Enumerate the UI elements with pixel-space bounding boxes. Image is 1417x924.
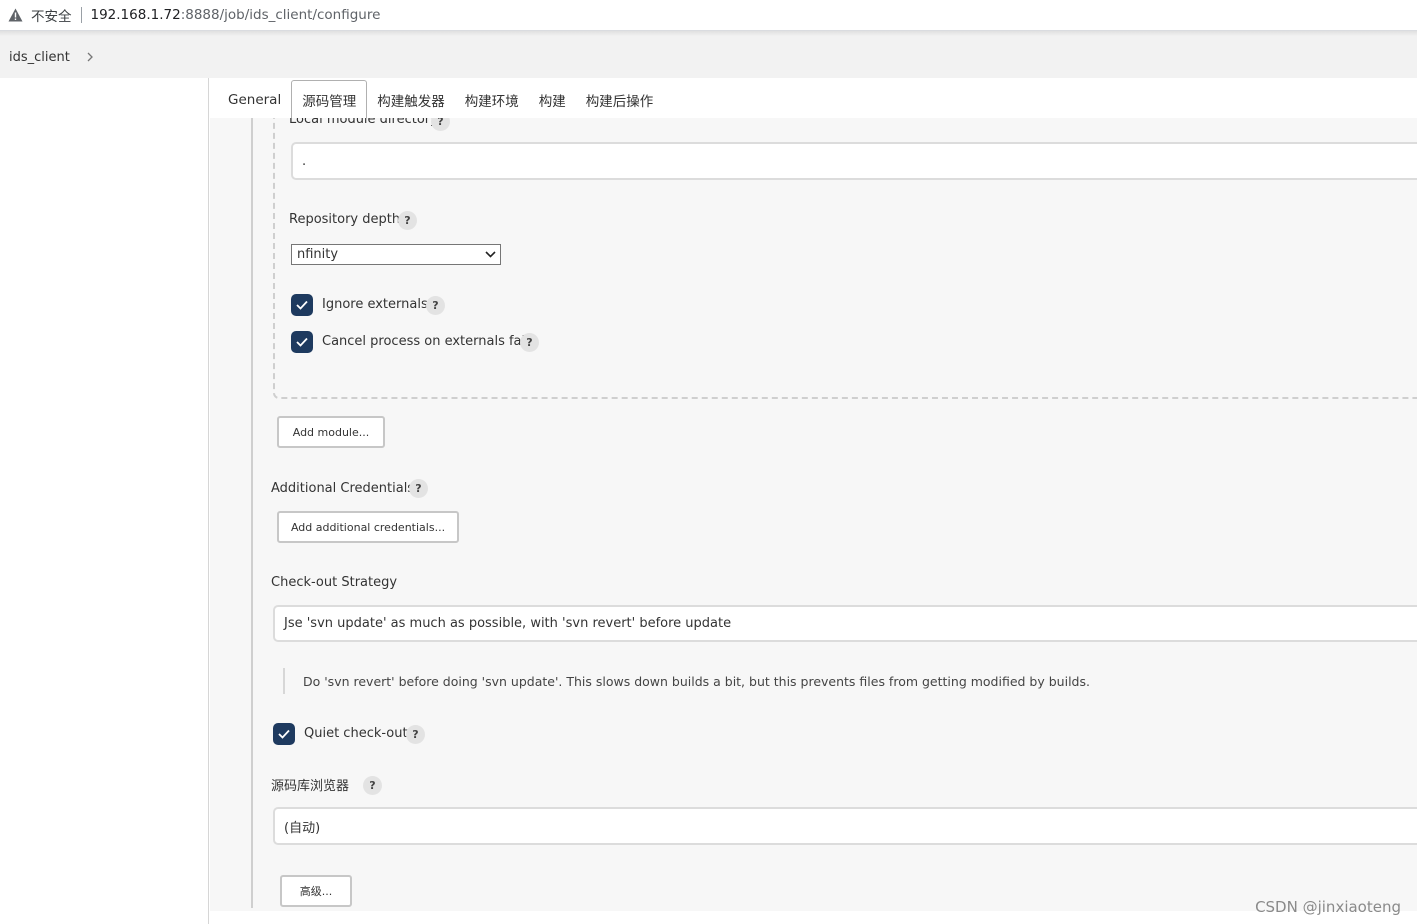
additional-credentials-help-icon[interactable]: ? [409,479,428,498]
watermark: CSDN @jinxiaoteng [1255,898,1401,916]
local-module-input[interactable]: . [291,142,1417,180]
cancel-externals-label[interactable]: Cancel process on externals fail [322,334,529,349]
add-module-button[interactable]: Add module... [277,416,385,448]
config-tabs: General 源码管理 构建触发器 构建环境 构建 构建后操作 [210,78,1417,118]
chevron-right-icon[interactable] [86,52,94,62]
repo-browser-select[interactable]: (自动) [273,807,1417,845]
cancel-externals-checkbox[interactable] [291,331,313,353]
bottom-strip [210,911,1417,924]
tab-source-code-management[interactable]: 源码管理 [291,80,368,118]
side-panel [0,78,209,924]
breadcrumb: ids_client [0,36,1417,78]
checkout-strategy-description: Do 'svn revert' before doing 'svn update… [283,668,1090,694]
quiet-checkout-help-icon[interactable]: ? [406,725,425,744]
tab-build-triggers[interactable]: 构建触发器 [367,82,455,118]
repo-browser-label: 源码库浏览器 [271,779,350,794]
address-bar[interactable]: 不安全 192.168.1.72:8888/job/ids_client/con… [0,0,1417,31]
section-guide-line [251,118,253,908]
repo-depth-select[interactable]: nfinity [291,244,501,265]
divider [80,7,82,23]
repo-depth-label: Repository depth [289,212,401,227]
local-module-label: Local module directory [289,118,438,127]
cancel-externals-help-icon[interactable]: ? [520,333,539,352]
url-path: :8888/job/ids_client/configure [180,7,381,23]
tab-build-environment[interactable]: 构建环境 [455,82,529,118]
repo-browser-help-icon[interactable]: ? [363,776,382,795]
advanced-button[interactable]: 高级... [280,875,352,907]
ignore-externals-label[interactable]: Ignore externals [322,297,428,312]
config-form: Local module directory ? . Repository de… [210,118,1417,911]
checkmark-icon [296,337,308,347]
quiet-checkout-checkbox[interactable] [273,723,295,745]
checkout-strategy-select[interactable]: Jse 'svn update' as much as possible, wi… [273,605,1417,642]
add-credentials-button[interactable]: Add additional credentials... [277,511,459,543]
chevron-down-icon [485,251,496,258]
tab-general[interactable]: General [218,82,291,118]
tab-build[interactable]: 构建 [529,82,576,118]
security-label: 不安全 [31,9,72,25]
quiet-checkout-label[interactable]: Quiet check-out [304,726,408,741]
checkmark-icon [278,729,290,739]
url-host: 192.168.1.72 [90,7,181,23]
warning-icon [8,8,23,22]
repo-depth-value: nfinity [297,247,339,262]
ignore-externals-help-icon[interactable]: ? [426,296,445,315]
breadcrumb-item-job[interactable]: ids_client [9,50,70,65]
checkout-strategy-label: Check-out Strategy [271,575,398,590]
checkmark-icon [296,300,308,310]
tab-post-build-actions[interactable]: 构建后操作 [576,82,664,118]
ignore-externals-checkbox[interactable] [291,294,313,316]
repo-depth-help-icon[interactable]: ? [398,211,417,230]
additional-credentials-label: Additional Credentials [271,481,415,496]
